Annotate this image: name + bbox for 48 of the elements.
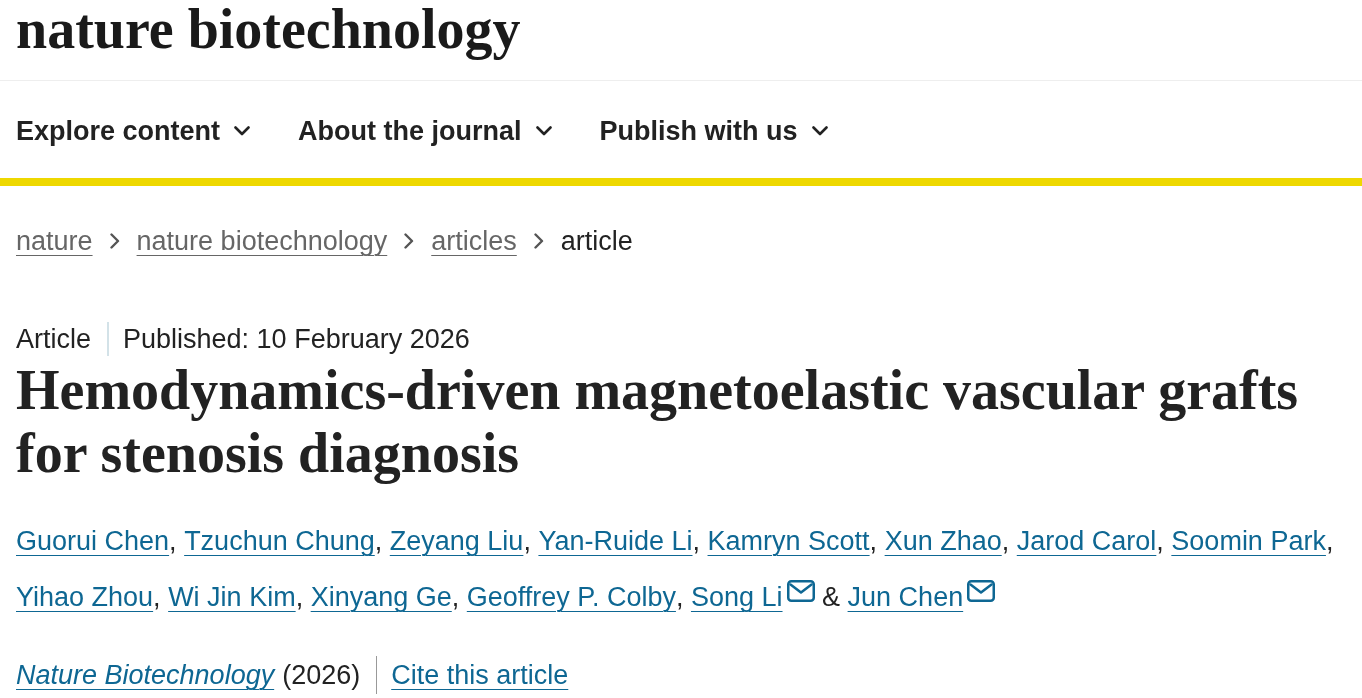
author-link[interactable]: Xun Zhao — [884, 524, 1002, 558]
author-link[interactable]: Soomin Park — [1171, 524, 1326, 558]
author-separator: , — [374, 526, 383, 556]
author-separator: , — [1325, 526, 1334, 556]
author-separator: , — [1156, 526, 1164, 556]
author-separator: , — [153, 582, 161, 612]
chevron-right-icon — [533, 233, 544, 249]
author-link[interactable]: Wi Jin Kim — [168, 580, 296, 614]
author-link[interactable]: Guorui Chen — [16, 524, 170, 558]
author-link[interactable]: Yihao Zhou — [16, 580, 154, 614]
published-date: Published: 10 February 2026 — [123, 323, 470, 355]
article-type-label: Article — [16, 323, 91, 355]
breadcrumb-link[interactable]: nature biotechnology — [136, 225, 388, 257]
author-separator: , — [169, 526, 177, 556]
nav-menu-button[interactable]: Publish with us — [599, 115, 828, 147]
author-separator: , — [675, 582, 684, 612]
chevron-right-icon — [109, 233, 120, 249]
nav-menu-button[interactable]: Explore content — [16, 115, 251, 147]
author-separator: , — [869, 526, 878, 556]
author-separator: , — [451, 582, 460, 612]
author-link[interactable]: Geoffrey P. Colby — [466, 580, 676, 614]
author-link[interactable]: Zeyang Liu — [389, 524, 524, 558]
breadcrumb-link[interactable]: nature — [16, 225, 93, 257]
author-link[interactable]: Yan-Ruide Li — [538, 524, 693, 558]
mail-icon[interactable] — [967, 580, 996, 602]
nav-menu-button[interactable]: About the journal — [298, 115, 552, 147]
author-link[interactable]: Jarod Carol — [1016, 524, 1157, 558]
author-separator: , — [1001, 526, 1010, 556]
breadcrumb-link[interactable]: articles — [431, 225, 517, 257]
article-title: Hemodynamics-driven magnetoelastic vascular grafts for stenosis diagnosis — [16, 359, 1300, 485]
journal-link[interactable]: Nature Biotechnology — [16, 659, 275, 691]
chevron-down-icon — [234, 126, 251, 136]
author-separator: , — [692, 526, 700, 556]
author-link[interactable]: Kamryn Scott — [707, 524, 870, 558]
author-link[interactable]: Jun Chen — [847, 580, 996, 614]
author-separator: , — [523, 526, 531, 556]
author-link[interactable]: Xinyang Ge — [310, 580, 452, 614]
author-separator: & — [822, 582, 841, 612]
cite-link[interactable]: Cite this article — [391, 659, 569, 691]
publication-year: (2026) — [282, 659, 361, 691]
chevron-right-icon — [404, 233, 415, 249]
breadcrumb-current: article — [560, 225, 633, 257]
chevron-down-icon — [535, 126, 552, 136]
author-link[interactable]: Tzuchun Chung — [184, 524, 375, 558]
mail-icon[interactable] — [786, 580, 815, 602]
author-separator: , — [295, 582, 304, 612]
author-link[interactable]: Song Li — [690, 580, 815, 614]
chevron-down-icon — [811, 126, 828, 136]
